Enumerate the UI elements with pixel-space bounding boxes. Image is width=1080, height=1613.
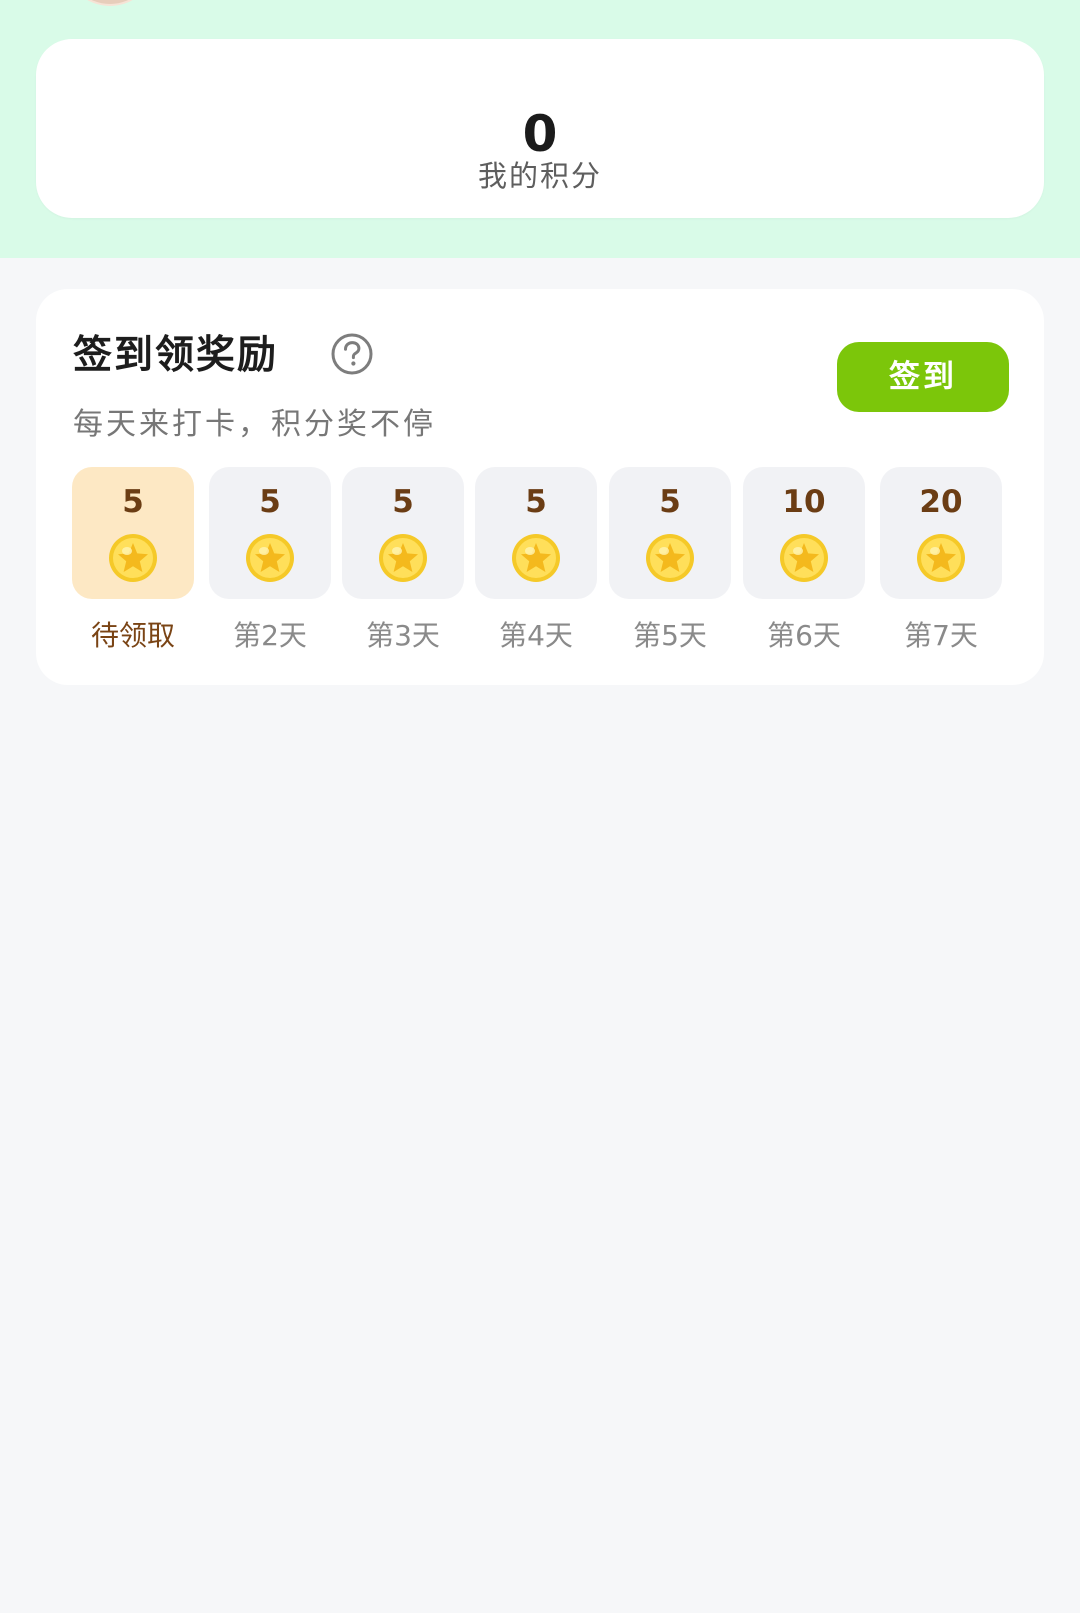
day-reward-box: 5 — [342, 467, 464, 599]
day-reward-box: 5 — [609, 467, 731, 599]
signin-day-5[interactable]: 5 第5天 — [609, 467, 731, 657]
signin-button[interactable]: 签到 — [837, 342, 1009, 412]
day-label: 第3天 — [366, 619, 440, 652]
day-label: 第7天 — [904, 619, 978, 652]
day-label: 第5天 — [633, 619, 707, 652]
signin-title: 签到领奖励 — [73, 333, 279, 378]
signin-day-2[interactable]: 5 第2天 — [209, 467, 331, 657]
coin-icon — [646, 534, 694, 582]
signin-day-6[interactable]: 10 第6天 — [743, 467, 865, 657]
coin-icon — [109, 534, 157, 582]
points-card: 0 我的积分 — [36, 39, 1044, 218]
day-label: 第6天 — [767, 619, 841, 652]
day-reward-box: 20 — [880, 467, 1002, 599]
points-label: 我的积分 — [477, 159, 602, 193]
day-reward-points: 5 — [525, 484, 547, 520]
question-circle-icon[interactable] — [329, 331, 375, 377]
day-reward-points: 10 — [782, 484, 826, 520]
coin-icon — [512, 534, 560, 582]
day-reward-box: 10 — [743, 467, 865, 599]
day-label: 第2天 — [233, 619, 307, 652]
signin-day-1[interactable]: 5 待领取 — [72, 467, 194, 657]
day-reward-points: 5 — [392, 484, 414, 520]
avatar[interactable] — [64, 0, 156, 6]
signin-subtitle: 每天来打卡，积分奖不停 — [73, 407, 436, 442]
signin-days-row: 5 待领取 5 第2天 5 第3天 5 第4天 5 第5天 10 第6天 20 … — [72, 467, 1016, 667]
top-header-band: 0 我的积分 — [0, 0, 1080, 258]
day-label: 待领取 — [90, 619, 175, 652]
coin-icon — [780, 534, 828, 582]
coin-icon — [246, 534, 294, 582]
signin-day-3[interactable]: 5 第3天 — [342, 467, 464, 657]
day-reward-points: 5 — [659, 484, 681, 520]
day-label: 第4天 — [499, 619, 573, 652]
day-reward-points: 5 — [259, 484, 281, 520]
coin-icon — [379, 534, 427, 582]
day-reward-box: 5 — [475, 467, 597, 599]
day-reward-points: 20 — [919, 484, 963, 520]
signin-day-7[interactable]: 20 第7天 — [880, 467, 1002, 657]
coin-icon — [917, 534, 965, 582]
day-reward-points: 5 — [122, 484, 144, 520]
day-reward-box: 5 — [72, 467, 194, 599]
signin-reward-card: 签到领奖励 每天来打卡，积分奖不停 签到 5 待领取 5 第2天 5 第3天 5… — [36, 289, 1044, 685]
signin-day-4[interactable]: 5 第4天 — [475, 467, 597, 657]
day-reward-box: 5 — [209, 467, 331, 599]
points-value: 0 — [522, 105, 558, 163]
